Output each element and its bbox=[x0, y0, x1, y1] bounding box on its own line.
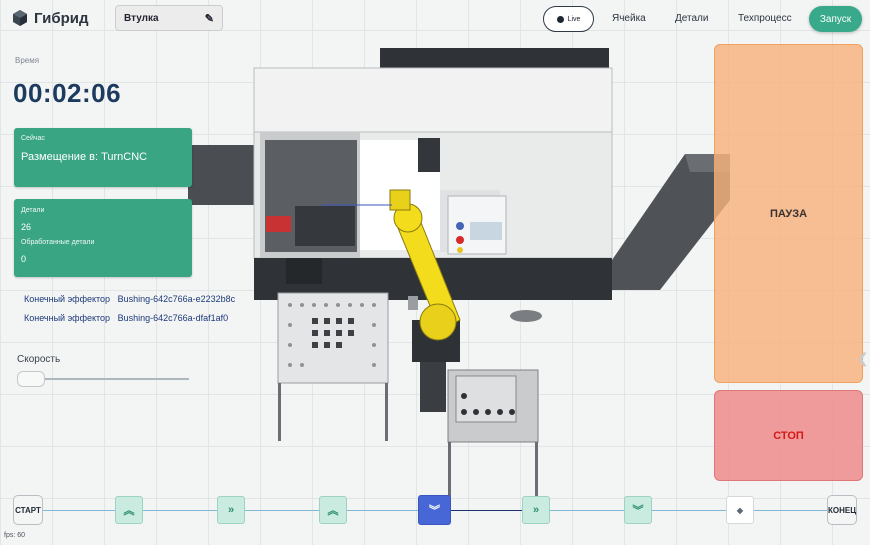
speed-slider-handle[interactable] bbox=[17, 371, 45, 387]
end-effector-label: Конечный эффектор bbox=[24, 313, 111, 323]
processed-label: Обработанные детали bbox=[21, 239, 95, 246]
time-value: 00:02:06 bbox=[13, 78, 122, 108]
double-chevron-right-icon: » bbox=[227, 504, 235, 516]
double-chevron-down-icon: ︾ bbox=[632, 505, 644, 517]
live-dot-icon bbox=[556, 15, 564, 23]
speed-label: Скорость bbox=[17, 354, 61, 365]
nav-parts[interactable]: Детали bbox=[675, 13, 708, 24]
double-chevron-down-icon: ︾ bbox=[429, 505, 440, 517]
nav-cell[interactable]: Ячейка bbox=[612, 13, 646, 24]
double-chevron-up-icon: ︽ bbox=[327, 505, 339, 517]
timeline-end-button[interactable]: КОНЕЦ bbox=[827, 495, 857, 525]
timeline-step[interactable]: ◆ bbox=[726, 496, 754, 524]
double-chevron-right-icon: » bbox=[532, 504, 540, 516]
stop-button[interactable]: СТОП bbox=[714, 390, 863, 481]
live-label: Live bbox=[567, 15, 581, 23]
parts-label: Детали bbox=[21, 207, 45, 214]
end-effector-row: Конечный эффектор Bushing-642c766a-e2232… bbox=[24, 294, 235, 304]
diamond-icon: ◆ bbox=[736, 505, 744, 515]
pencil-edit-icon[interactable]: ✎ bbox=[205, 12, 214, 25]
timeline-step-active[interactable]: ︾ bbox=[418, 495, 451, 525]
start-run-button[interactable]: Запуск bbox=[809, 6, 862, 32]
timeline-progress bbox=[448, 510, 522, 511]
end-effector-row: Конечный эффектор Bushing-642c766a-dfaf1… bbox=[24, 313, 228, 323]
timeline-step[interactable]: » bbox=[522, 496, 550, 524]
end-effector-value: Bushing-642c766a-dfaf1af0 bbox=[117, 313, 229, 323]
app-name: Гибрид bbox=[34, 9, 89, 27]
parts-card: Детали 26 Обработанные детали 0 bbox=[14, 199, 192, 277]
nav-process[interactable]: Техпроцесс bbox=[738, 13, 792, 24]
chevron-left-icon[interactable]: ❮ bbox=[857, 350, 869, 367]
part-name-value: Втулка bbox=[124, 12, 159, 24]
double-chevron-up-icon: ︽ bbox=[123, 505, 135, 517]
end-effector-value: Bushing-642c766a-e2232b8c bbox=[117, 294, 236, 304]
live-button[interactable]: Live bbox=[543, 6, 594, 32]
parts-count: 26 bbox=[21, 222, 32, 232]
timeline-step[interactable]: » bbox=[217, 496, 245, 524]
end-effector-label: Конечный эффектор bbox=[24, 294, 111, 304]
processed-count: 0 bbox=[21, 254, 27, 264]
timeline-step[interactable]: ︽ bbox=[115, 496, 143, 524]
current-status-card: Сейчас Размещение в: TurnCNC bbox=[14, 128, 192, 187]
speed-slider-track[interactable] bbox=[40, 378, 189, 380]
fps-counter: fps: 60 bbox=[4, 532, 26, 539]
current-status-label: Сейчас bbox=[21, 135, 45, 142]
part-name-field[interactable]: Втулка ✎ bbox=[115, 5, 223, 31]
timeline-step[interactable]: ︽ bbox=[319, 496, 347, 524]
timeline-start-button[interactable]: СТАРТ bbox=[13, 495, 43, 525]
app-logo: Гибрид bbox=[12, 9, 89, 27]
cube-logo-icon bbox=[13, 10, 27, 26]
current-status-value: Размещение в: TurnCNC bbox=[21, 151, 148, 163]
pause-button[interactable]: ПАУЗА bbox=[714, 44, 863, 383]
timeline-step[interactable]: ︾ bbox=[624, 496, 652, 524]
time-label: Время bbox=[15, 56, 40, 65]
